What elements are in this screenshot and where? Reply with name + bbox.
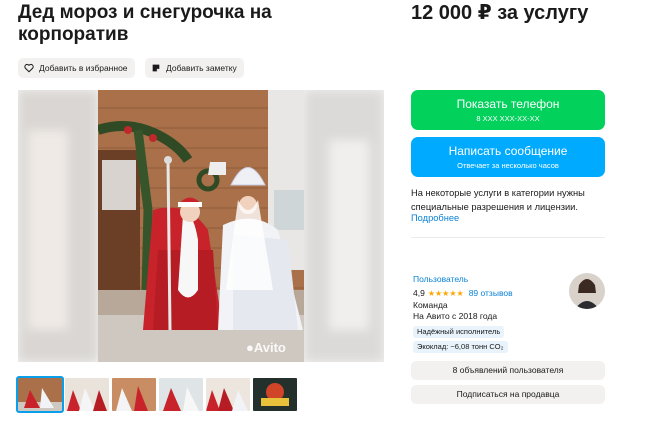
- avatar[interactable]: [569, 273, 605, 309]
- gallery-blur-left: [18, 90, 98, 362]
- heart-icon: [24, 63, 34, 73]
- show-phone-button[interactable]: Показать телефон 8 XXX XXX-XX-XX: [411, 90, 605, 130]
- reviews-link[interactable]: 89 отзывов: [469, 288, 513, 298]
- eco-badge: Экоклад: −6,08 тонн CO₂: [413, 341, 508, 353]
- seller-rating: 4,9 ★★★★★ 89 отзывов: [413, 288, 513, 298]
- thumbnail[interactable]: [206, 378, 250, 411]
- add-to-favorites-label: Добавить в избранное: [39, 63, 128, 73]
- subscribe-seller-button[interactable]: Подписаться на продавца: [411, 385, 605, 404]
- thumbnail[interactable]: [112, 378, 156, 411]
- write-message-button[interactable]: Написать сообщение Отвечает за несколько…: [411, 137, 605, 177]
- photo-gallery[interactable]: ●Avito: [18, 90, 384, 362]
- svg-text:●Avito: ●Avito: [246, 340, 286, 355]
- license-notice: На некоторые услуги в категории нужны сп…: [411, 188, 585, 212]
- seller-listings-button[interactable]: 8 объявлений пользователя: [411, 361, 605, 380]
- seller-type: Команда: [413, 300, 448, 310]
- thumbnail[interactable]: [159, 378, 203, 411]
- thumbnail-strip: [16, 376, 297, 413]
- write-message-label: Написать сообщение: [448, 144, 568, 158]
- listing-title: Дед мороз и снегурочка на корпоратив: [18, 2, 272, 45]
- add-note-label: Добавить заметку: [166, 63, 237, 73]
- listing-price: 12 000 ₽ за услугу: [411, 2, 589, 24]
- note-icon: [152, 64, 160, 72]
- show-phone-label: Показать телефон: [456, 97, 560, 111]
- seller-name[interactable]: Пользователь: [413, 274, 468, 284]
- gallery-blur-right: [304, 90, 384, 362]
- add-to-favorites-button[interactable]: Добавить в избранное: [18, 58, 135, 78]
- more-info-link[interactable]: Подробнее: [411, 213, 459, 223]
- add-note-button[interactable]: Добавить заметку: [145, 58, 244, 78]
- thumbnail[interactable]: [16, 376, 64, 413]
- seller-since: На Авито с 2018 года: [413, 311, 498, 321]
- phone-masked: 8 XXX XXX-XX-XX: [476, 114, 540, 123]
- main-photo: ●Avito: [98, 90, 304, 362]
- thumbnail[interactable]: [253, 378, 297, 411]
- rating-stars: ★★★★★: [427, 288, 464, 298]
- rating-value: 4,9: [413, 288, 425, 298]
- reliable-badge: Надёжный исполнитель: [413, 326, 505, 338]
- divider: [411, 237, 605, 238]
- response-time: Отвечает за несколько часов: [457, 161, 559, 170]
- thumbnail[interactable]: [65, 378, 109, 411]
